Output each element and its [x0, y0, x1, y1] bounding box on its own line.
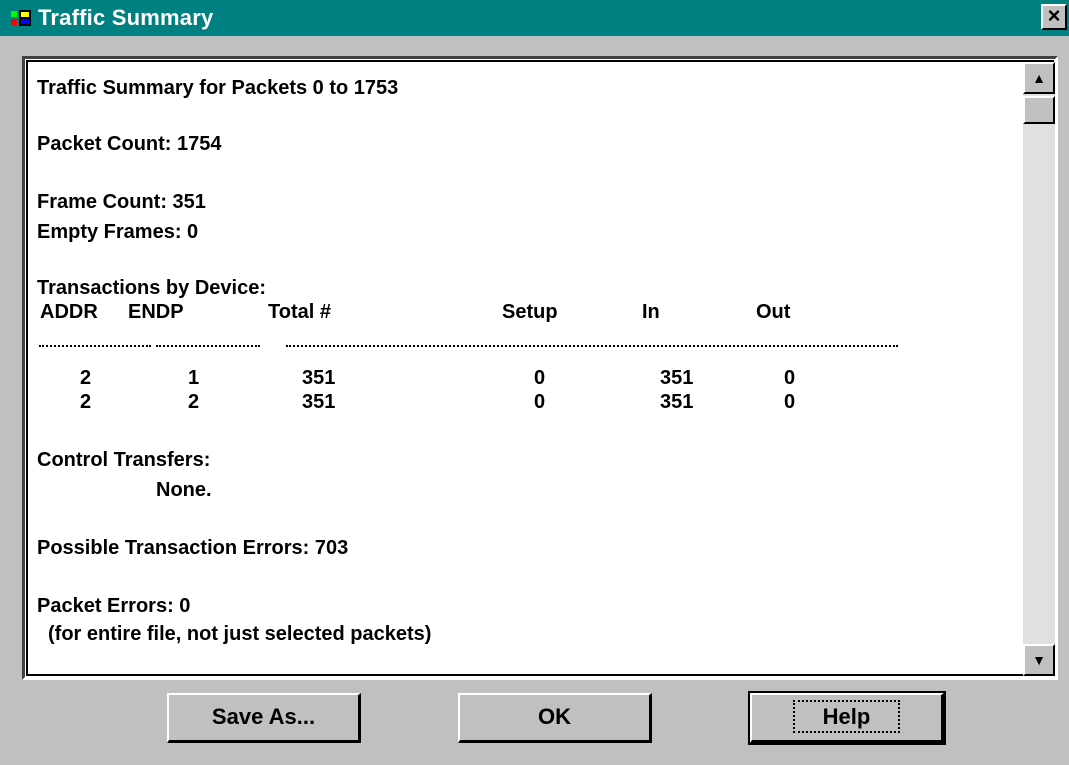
table-cell: 0	[534, 367, 546, 389]
transactions-heading: Transactions by Device:	[37, 277, 266, 299]
table-cell: 351	[660, 367, 694, 389]
title-bar[interactable]: Traffic Summary ×	[0, 0, 1069, 36]
table-cell: 351	[302, 391, 336, 413]
table-cell: 1	[188, 367, 200, 389]
col-header-out: Out	[756, 301, 791, 323]
packet-errors-note: (for entire file, not just selected pack…	[48, 623, 432, 645]
scroll-down-button[interactable]: ▼	[1023, 644, 1055, 676]
packet-count: Packet Count: 1754	[37, 133, 222, 155]
ok-button[interactable]: OK	[458, 693, 652, 743]
separator-endp	[156, 345, 260, 348]
traffic-summary-dialog: Traffic Summary × Traffic Summary for Pa…	[0, 0, 1069, 765]
col-header-in: In	[642, 301, 660, 323]
save-as-button[interactable]: Save As...	[167, 693, 361, 743]
table-cell: 351	[660, 391, 694, 413]
control-transfers-heading: Control Transfers:	[37, 449, 211, 471]
summary-heading: Traffic Summary for Packets 0 to 1753	[37, 77, 399, 99]
table-cell: 2	[80, 367, 92, 389]
col-header-addr: ADDR	[40, 301, 98, 323]
empty-frames: Empty Frames: 0	[37, 221, 199, 243]
separator-rest	[286, 345, 898, 348]
scroll-up-button[interactable]: ▲	[1023, 62, 1055, 94]
close-button[interactable]: ×	[1041, 4, 1067, 30]
packet-errors: Packet Errors: 0	[37, 595, 191, 617]
window-title: Traffic Summary	[38, 5, 214, 30]
control-transfers-value: None.	[156, 479, 212, 501]
table-cell: 351	[302, 367, 336, 389]
help-button[interactable]: Help	[748, 691, 946, 745]
app-icon	[10, 9, 32, 27]
separator-addr	[39, 345, 151, 348]
col-header-endp: ENDP	[128, 301, 184, 323]
frame-count: Frame Count: 351	[37, 191, 206, 213]
save-as-label: Save As...	[211, 704, 316, 729]
possible-transaction-errors: Possible Transaction Errors: 703	[37, 537, 349, 559]
table-cell: 2	[80, 391, 92, 413]
summary-text-area[interactable]: Traffic Summary for Packets 0 to 1753 Pa…	[30, 62, 1010, 674]
col-header-total: Total #	[268, 301, 331, 323]
vertical-scrollbar[interactable]: ▲ ▼	[1023, 62, 1055, 676]
table-cell: 0	[784, 367, 796, 389]
table-cell: 0	[534, 391, 546, 413]
table-cell: 0	[784, 391, 796, 413]
col-header-setup: Setup	[502, 301, 558, 323]
scroll-thumb[interactable]	[1023, 96, 1055, 124]
table-cell: 2	[188, 391, 200, 413]
ok-label: OK	[538, 704, 571, 729]
help-label: Help	[792, 700, 901, 733]
